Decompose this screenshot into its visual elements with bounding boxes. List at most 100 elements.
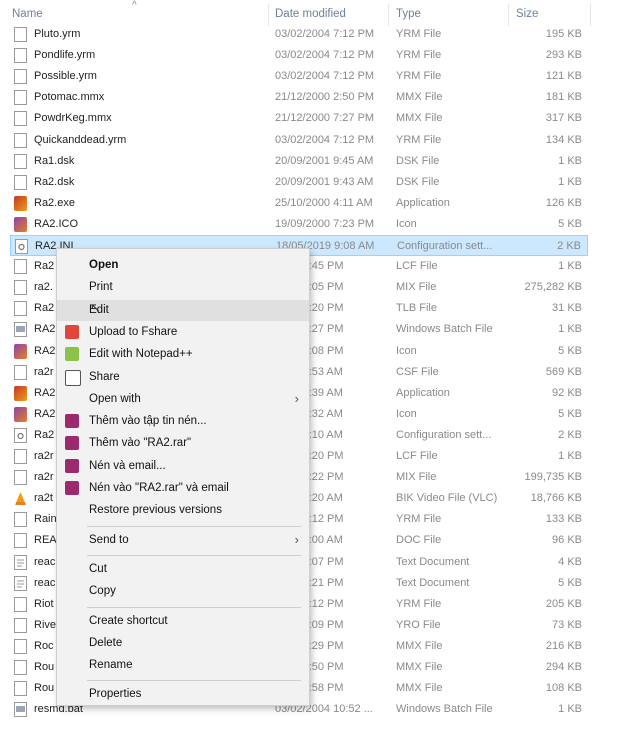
menu-item-restore-previous-versions[interactable]: Restore previous versions [57, 500, 309, 521]
file-name: RA2.ICO [34, 217, 79, 230]
file-icon [14, 48, 27, 64]
file-type: Text Document [396, 555, 470, 568]
menu-item-label: Print [89, 281, 113, 294]
menu-item-n-n-v-email[interactable]: Nén và email... [57, 456, 309, 477]
batch-icon [14, 702, 27, 718]
file-row[interactable]: Ra2.exe 25/10/2000 4:11 AM Application 126 … [10, 193, 588, 214]
file-icon [14, 111, 27, 127]
file-row[interactable]: Quickanddead.yrm 03/02/2004 7:12 PM YRM Fi… [10, 130, 588, 151]
file-size: 275,282 KB [524, 281, 583, 294]
file-date-modified: 03/02/2004 7:12 PM [275, 28, 375, 40]
menu-item-label: Open with [89, 392, 141, 405]
file-name: ra2r [34, 365, 54, 378]
file-type: Application [396, 386, 450, 399]
column-header-date-modified[interactable]: Date modified [275, 8, 346, 20]
file-type: TLB File [396, 302, 437, 315]
file-type: YRM File [396, 597, 442, 610]
menu-separator [87, 606, 301, 608]
file-type: Icon [396, 217, 417, 230]
column-divider[interactable] [590, 4, 591, 26]
file-size: 569 KB [545, 365, 582, 378]
config-icon [14, 427, 27, 443]
menu-item-open-with[interactable]: Open with › [57, 389, 309, 410]
menu-item-th-m-v-o-t-p-tin-n-n[interactable]: Thêm vào tập tin nén... [57, 411, 309, 432]
column-header-size[interactable]: Size [516, 8, 538, 20]
file-type: MMX File [396, 639, 443, 652]
file-type: Windows Batch File [396, 703, 493, 716]
file-type: DSK File [396, 175, 440, 188]
file-name: Rain [34, 513, 57, 526]
menu-item-label: Create shortcut [89, 614, 168, 627]
menu-item-open[interactable]: Open [57, 255, 309, 276]
text-icon [14, 554, 27, 570]
menu-item-send-to[interactable]: Send to › [57, 530, 309, 551]
winrar-icon [65, 481, 79, 495]
file-size: 126 KB [545, 196, 582, 209]
config-icon [15, 239, 28, 254]
menu-item-create-shortcut[interactable]: Create shortcut [57, 611, 309, 632]
file-size: 92 KB [552, 386, 582, 399]
column-divider[interactable] [268, 4, 269, 26]
text-icon [14, 575, 27, 591]
menu-item-label: Share [89, 370, 120, 383]
column-header-type[interactable]: Type [396, 8, 421, 20]
file-size: 2 KB [558, 428, 582, 441]
fshare-icon [65, 324, 79, 339]
menu-item-rename[interactable]: Rename [57, 655, 309, 676]
file-icon [14, 660, 27, 675]
column-divider[interactable] [388, 4, 389, 26]
file-row[interactable]: Potomac.mmx 21/12/2000 2:50 PM MMX File 181… [10, 87, 588, 108]
file-row[interactable]: Ra2.dsk 20/09/2001 9:43 AM DSK File 1 KB [10, 172, 588, 193]
file-size: 293 KB [545, 49, 582, 62]
file-row[interactable]: Ra1.dsk 20/09/2001 9:45 AM DSK File 1 KB [10, 151, 588, 172]
file-icon [14, 153, 27, 169]
file-name: reac [34, 555, 56, 568]
file-size: 18,766 KB [530, 492, 582, 505]
file-row[interactable]: Possible.yrm 03/02/2004 7:12 PM YRM File 12… [10, 66, 588, 87]
menu-item-n-n-v-o-ra2-rar-v-email[interactable]: Nén vào "RA2.rar" và email [57, 478, 309, 499]
file-type: CSF File [396, 365, 439, 378]
menu-item-cut[interactable]: Cut [57, 559, 309, 580]
list-bottom-edge [0, 720, 640, 742]
file-date-modified: 20/09/2001 9:43 AM [275, 175, 374, 188]
file-icon [14, 449, 27, 464]
file-icon [14, 27, 27, 42]
file-size: 181 KB [545, 91, 582, 104]
file-row[interactable]: PowdrKeg.mmx 21/12/2000 7:27 PM MMX File 31… [10, 108, 588, 129]
chevron-right-icon: › [294, 390, 299, 406]
menu-item-copy[interactable]: Copy [57, 581, 309, 602]
menu-item-upload-to-fshare[interactable]: Upload to Fshare [57, 322, 309, 343]
file-icon [14, 69, 27, 85]
column-header-name[interactable]: Name [12, 8, 43, 20]
file-size: 134 KB [545, 133, 582, 146]
file-date-modified: 03/02/2004 7:12 PM [275, 49, 375, 62]
menu-item-label: Rename [89, 659, 133, 672]
file-date-modified: 19/09/2000 7:23 PM [275, 217, 375, 230]
file-row[interactable]: Pluto.yrm 03/02/2004 7:12 PM YRM File 195 K… [10, 24, 588, 45]
file-size: 5 KB [558, 217, 582, 230]
menu-item-edit-with-notepad[interactable]: Edit with Notepad++ [57, 344, 309, 365]
file-type: LCF File [396, 260, 438, 273]
file-icon [14, 512, 27, 528]
column-divider[interactable] [508, 4, 509, 26]
menu-item-delete[interactable]: Delete [57, 633, 309, 654]
menu-item-label: Copy [89, 585, 116, 598]
file-name: REA [34, 534, 57, 547]
file-size: 1 KB [558, 175, 582, 188]
ico-icon [14, 216, 27, 232]
file-name: RA2 [34, 386, 56, 399]
menu-separator [87, 680, 301, 682]
menu-item-th-m-v-o-ra2-rar[interactable]: Thêm vào "RA2.rar" [57, 433, 309, 454]
file-name: Pondlife.yrm [34, 49, 96, 62]
file-name: RA2 [34, 323, 56, 336]
menu-item-properties[interactable]: Properties [57, 684, 309, 705]
file-row[interactable]: RA2.ICO 19/09/2000 7:23 PM Icon 5 KB [10, 214, 588, 235]
file-size: 31 KB [552, 302, 582, 315]
file-type: YRM File [396, 28, 442, 40]
file-name: ra2r [34, 471, 54, 484]
menu-item-print[interactable]: Print [57, 277, 309, 298]
menu-item-share[interactable]: Share [57, 367, 309, 388]
sort-ascending-icon: ^ [132, 0, 137, 11]
file-icon [14, 132, 27, 148]
file-row[interactable]: Pondlife.yrm 03/02/2004 7:12 PM YRM File 29… [10, 45, 588, 66]
